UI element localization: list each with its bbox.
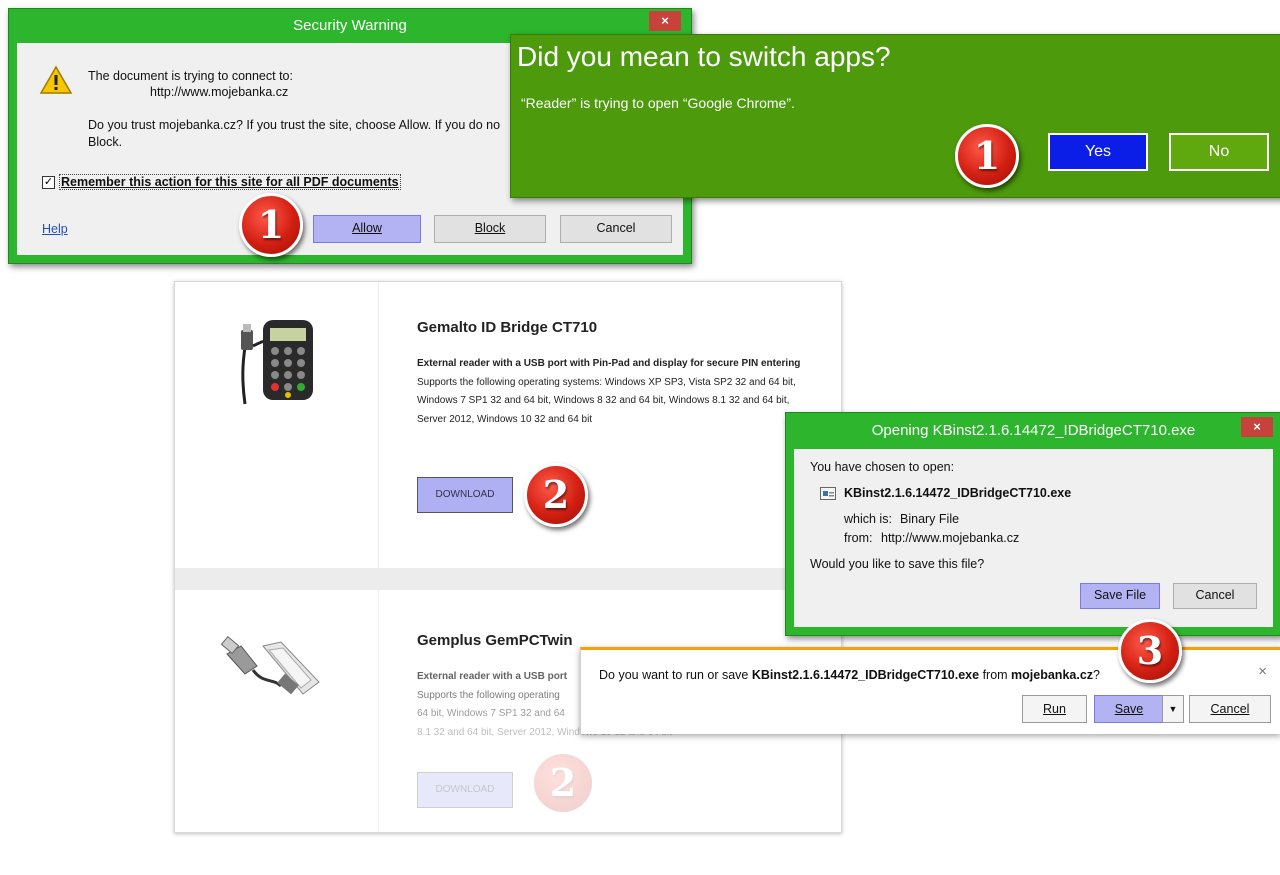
column-divider: [378, 282, 379, 568]
prompt-end: ?: [1093, 668, 1100, 682]
download-page: Gemalto ID Bridge CT710 External reader …: [174, 281, 842, 833]
switch-apps-dialog: Did you mean to switch apps? “Reader” is…: [510, 34, 1280, 198]
chosen-text: You have chosen to open:: [810, 460, 955, 474]
download-button[interactable]: DOWNLOAD: [417, 477, 513, 513]
remember-checkbox[interactable]: ✓: [42, 176, 55, 189]
allow-button[interactable]: Allow: [313, 215, 421, 243]
no-button[interactable]: No: [1169, 133, 1269, 171]
section-separator: [175, 568, 841, 590]
product1-description: External reader with a USB port with Pin…: [417, 355, 809, 429]
prompt-text: Do you want to run or save: [599, 668, 749, 682]
step-3-badge: 3: [1118, 619, 1182, 683]
close-icon[interactable]: ×: [1258, 663, 1267, 680]
connect-text: The document is trying to connect to:: [88, 69, 293, 83]
save-file-button[interactable]: Save File: [1080, 583, 1160, 609]
run-save-prompt: Do you want to run or save KBinst2.1.6.1…: [599, 668, 1100, 682]
file-icon: [820, 487, 836, 500]
step-2-badge-faded: 2: [531, 751, 595, 815]
step-1-badge-metro: 1: [955, 124, 1019, 188]
switch-apps-title: Did you mean to switch apps?: [517, 41, 891, 72]
step-2-badge: 2: [524, 463, 588, 527]
cancel-label: Cancel: [1210, 702, 1250, 716]
column-divider-lower: [378, 590, 379, 832]
product1-desc: Supports the following operating systems…: [417, 376, 796, 425]
file-name: KBinst2.1.6.14472_IDBridgeCT710.exe: [844, 486, 1072, 500]
yes-button[interactable]: Yes: [1048, 133, 1148, 171]
opening-file-dialog: Opening KBinst2.1.6.14472_IDBridgeCT710.…: [785, 412, 1280, 636]
usb-reader-image: [220, 635, 320, 695]
step-1-badge: 1: [239, 193, 303, 257]
trust-text: Do you trust mojebanka.cz? If you trust …: [88, 118, 501, 132]
cancel-button[interactable]: Cancel: [1173, 583, 1257, 609]
from-label: from:: [844, 531, 873, 545]
opening-dialog-body: You have chosen to open: KBinst2.1.6.144…: [794, 449, 1273, 627]
save-button[interactable]: Save: [1094, 695, 1164, 723]
close-button[interactable]: ×: [649, 11, 681, 31]
cancel-button[interactable]: Cancel: [560, 215, 672, 243]
run-label: Run: [1043, 702, 1066, 716]
save-dropdown-arrow-icon[interactable]: ▼: [1162, 695, 1184, 723]
remember-label[interactable]: Remember this action for this site for a…: [59, 174, 401, 190]
prompt-filename: KBinst2.1.6.14472_IDBridgeCT710.exe: [751, 668, 980, 682]
file-type: Binary File: [900, 512, 960, 526]
cancel-button[interactable]: Cancel: [1189, 695, 1271, 723]
download-button-faded[interactable]: DOWNLOAD: [417, 772, 513, 808]
card-reader-pinpad-image: [241, 320, 313, 405]
help-link[interactable]: Help: [42, 222, 68, 236]
product1-title: Gemalto ID Bridge CT710: [417, 319, 598, 336]
block-button[interactable]: Block: [434, 215, 546, 243]
switch-apps-subtitle: “Reader” is trying to open “Google Chrom…: [521, 95, 795, 111]
save-label: Save: [1114, 702, 1144, 716]
allow-label: Allow: [352, 221, 382, 235]
opening-dialog-title: Opening KBinst2.1.6.14472_IDBridgeCT710.…: [871, 422, 1196, 439]
prompt-from: from: [982, 668, 1008, 682]
block-label: Block: [474, 221, 506, 235]
run-button[interactable]: Run: [1022, 695, 1087, 723]
prompt-site: mojebanka.cz: [1011, 668, 1094, 682]
connect-url: http://www.mojebanka.cz: [150, 85, 289, 99]
product2-title: Gemplus GemPCTwin: [417, 632, 573, 649]
save-question: Would you like to save this file?: [810, 557, 985, 571]
from-url: http://www.mojebanka.cz: [881, 531, 1020, 545]
trust-text-end: Block.: [88, 135, 123, 149]
product1-desc-bold: External reader with a USB port with Pin…: [417, 358, 801, 369]
close-button[interactable]: ×: [1241, 417, 1273, 437]
which-is-label: which is:: [844, 512, 892, 526]
warning-icon: [39, 65, 73, 94]
